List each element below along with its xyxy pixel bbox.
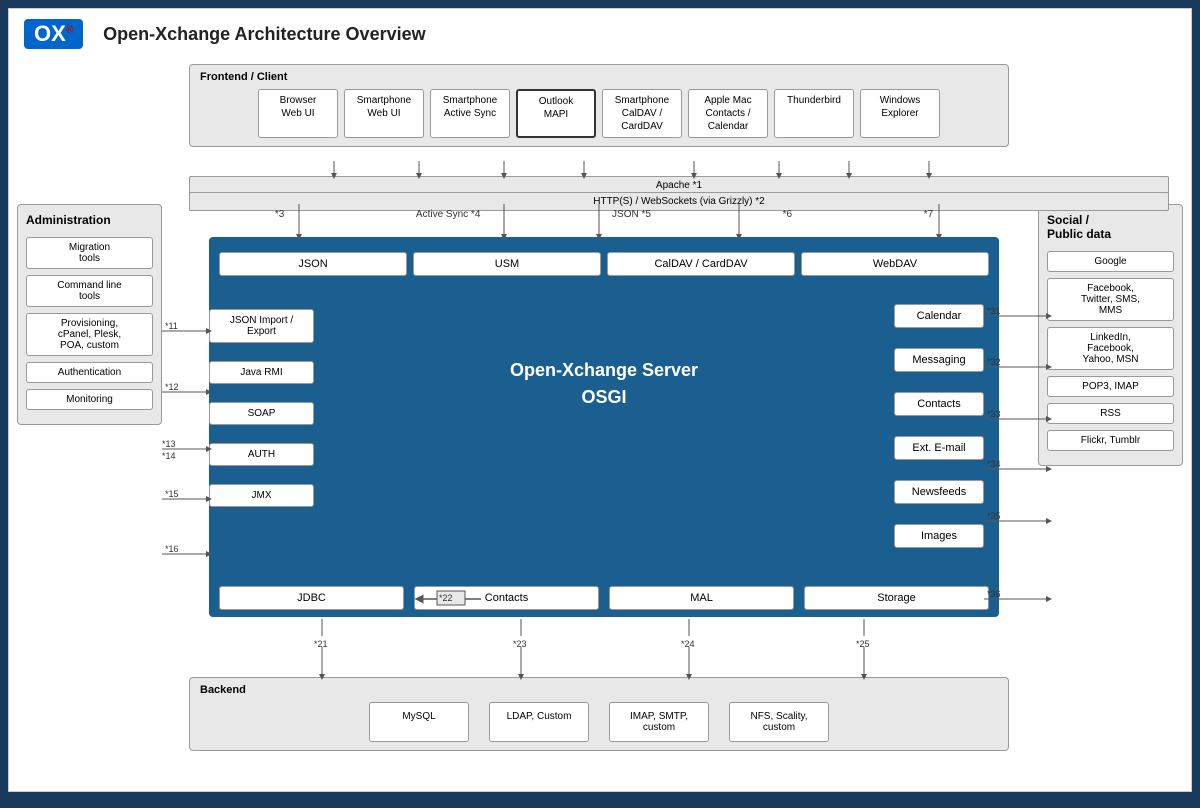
- bottom-contacts: Contacts: [414, 586, 599, 610]
- proto-num-7: *7: [924, 209, 933, 220]
- svg-text:*11: *11: [165, 321, 178, 331]
- proto-json: JSON: [219, 252, 407, 276]
- bottom-storage: Storage: [804, 586, 989, 610]
- client-activesync: SmartphoneActive Sync: [430, 89, 510, 138]
- social-item-pop3: POP3, IMAP: [1047, 376, 1174, 397]
- proto-num-6: *6: [783, 209, 792, 220]
- protocol-labels: *3 Active Sync *4 JSON *5 *6 *7: [209, 209, 999, 220]
- svg-text:*24: *24: [681, 639, 695, 649]
- service-contacts: Contacts: [894, 392, 984, 416]
- svg-text:*15: *15: [165, 489, 179, 499]
- svg-text:*16: *16: [165, 544, 179, 554]
- social-item-google: Google: [1047, 251, 1174, 272]
- connector-jmx: JMX: [209, 484, 314, 507]
- proto-webdav: WebDAV: [801, 252, 989, 276]
- svg-text:*13: *13: [162, 439, 176, 449]
- social-item-flickr: Flickr, Tumblr: [1047, 430, 1174, 451]
- ox-logo-box: OX®: [24, 19, 83, 49]
- svg-text:*14: *14: [162, 451, 176, 461]
- bottom-proto-row: JDBC Contacts MAL Storage: [209, 586, 999, 610]
- service-ext-email: Ext. E-mail: [894, 436, 984, 460]
- frontend-box: Frontend / Client BrowserWeb UI Smartpho…: [189, 64, 1009, 147]
- service-images: Images: [894, 524, 984, 548]
- service-newsfeeds: Newsfeeds: [894, 480, 984, 504]
- bottom-jdbc: JDBC: [219, 586, 404, 610]
- client-caldav: SmartphoneCalDAV /CardDAV: [602, 89, 682, 138]
- social-panel-title: Social /Public data: [1047, 213, 1174, 241]
- proto-num-5: JSON *5: [612, 209, 651, 220]
- proto-caldav: CalDAV / CardDAV: [607, 252, 795, 276]
- ox-logo: OX®: [24, 19, 83, 49]
- client-windows: WindowsExplorer: [860, 89, 940, 138]
- admin-panel-title: Administration: [26, 213, 153, 227]
- svg-text:*23: *23: [513, 639, 527, 649]
- backend-box: Backend MySQL LDAP, Custom IMAP, SMTP,cu…: [189, 677, 1009, 751]
- proto-num-4: Active Sync *4: [416, 209, 480, 220]
- bottom-mal: MAL: [609, 586, 794, 610]
- frontend-clients: BrowserWeb UI SmartphoneWeb UI Smartphon…: [200, 89, 998, 138]
- admin-item-cmdline: Command linetools: [26, 275, 153, 307]
- protocol-row: JSON USM CalDAV / CardDAV WebDAV: [209, 252, 999, 276]
- backend-nfs: NFS, Scality,custom: [729, 702, 829, 742]
- registered-mark: ®: [66, 25, 73, 36]
- svg-text:*25: *25: [856, 639, 870, 649]
- backend-label: Backend: [200, 684, 998, 696]
- main-container: OX® Open-Xchange Architecture Overview A…: [8, 8, 1192, 792]
- admin-panel: Administration Migrationtools Command li…: [17, 204, 162, 425]
- social-item-linkedin: LinkedIn,Facebook,Yahoo, MSN: [1047, 327, 1174, 370]
- connector-soap: SOAP: [209, 402, 314, 425]
- social-panel: Social /Public data Google Facebook,Twit…: [1038, 204, 1183, 466]
- ox-server-box: Open-Xchange Server OSGI: [209, 237, 999, 617]
- connector-java-rmi: Java RMI: [209, 361, 314, 384]
- right-services: Calendar Messaging Contacts Ext. E-mail …: [894, 304, 984, 548]
- header: OX® Open-Xchange Architecture Overview: [9, 9, 1191, 54]
- svg-text:*21: *21: [314, 639, 328, 649]
- client-smartphone-web: SmartphoneWeb UI: [344, 89, 424, 138]
- connector-auth: AUTH: [209, 443, 314, 466]
- backend-imap: IMAP, SMTP,custom: [609, 702, 709, 742]
- client-browser: BrowserWeb UI: [258, 89, 338, 138]
- proto-num-3: *3: [275, 209, 284, 220]
- admin-item-migration: Migrationtools: [26, 237, 153, 269]
- client-thunderbird: Thunderbird: [774, 89, 854, 138]
- backend-ldap: LDAP, Custom: [489, 702, 589, 742]
- service-calendar: Calendar: [894, 304, 984, 328]
- left-connectors: JSON Import /Export Java RMI SOAP AUTH J…: [209, 309, 314, 507]
- admin-item-provisioning: Provisioning,cPanel, Plesk,POA, custom: [26, 313, 153, 356]
- page-title: Open-Xchange Architecture Overview: [103, 24, 425, 45]
- proto-usm: USM: [413, 252, 601, 276]
- admin-item-authentication: Authentication: [26, 362, 153, 383]
- backend-mysql: MySQL: [369, 702, 469, 742]
- service-messaging: Messaging: [894, 348, 984, 372]
- frontend-label: Frontend / Client: [200, 71, 998, 83]
- backend-items: MySQL LDAP, Custom IMAP, SMTP,custom NFS…: [200, 702, 998, 742]
- social-item-rss: RSS: [1047, 403, 1174, 424]
- social-item-facebook: Facebook,Twitter, SMS,MMS: [1047, 278, 1174, 321]
- client-apple: Apple MacContacts /Calendar: [688, 89, 768, 138]
- admin-item-monitoring: Monitoring: [26, 389, 153, 410]
- client-outlook: OutlookMAPI: [516, 89, 596, 138]
- connector-json-import: JSON Import /Export: [209, 309, 314, 343]
- svg-text:*12: *12: [165, 382, 179, 392]
